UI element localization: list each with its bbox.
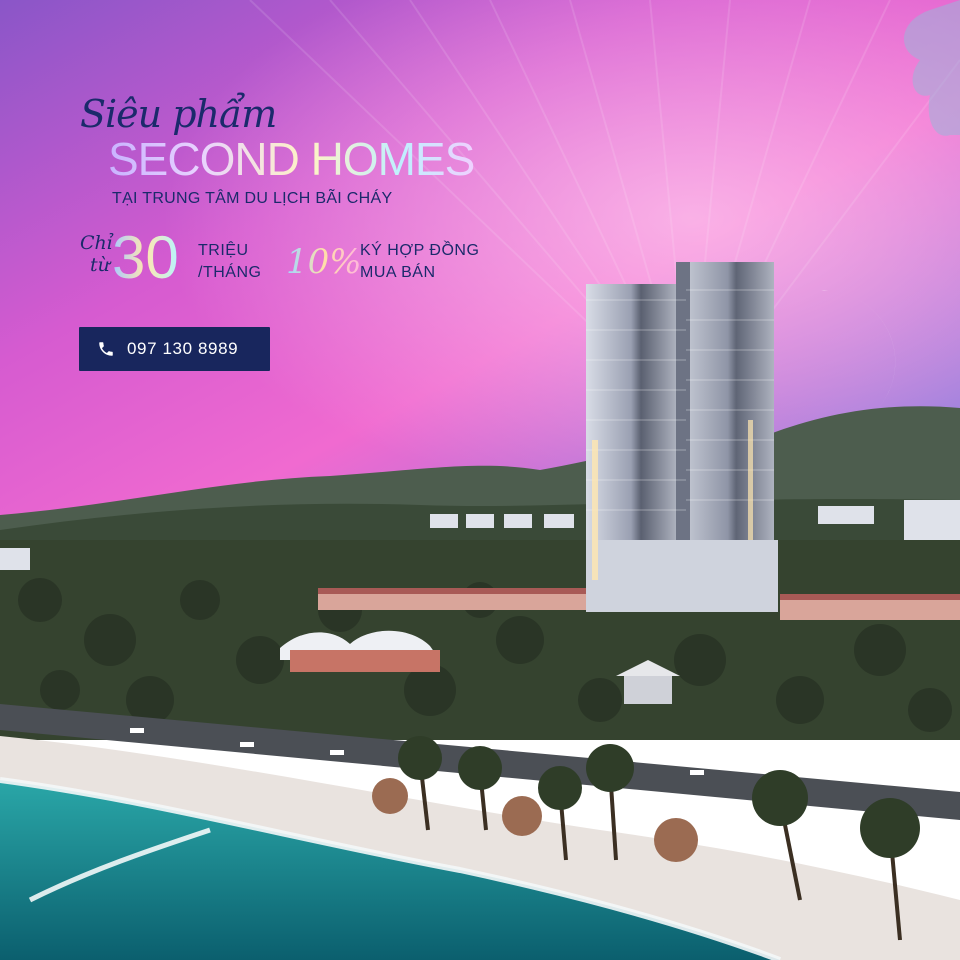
price-offer: Chỉ từ 30 TRIỆU /THÁNG 10% KÝ HỢP ĐỒNG M… bbox=[80, 226, 560, 296]
phone-icon bbox=[95, 338, 117, 360]
deposit-percent: 10% bbox=[286, 242, 362, 282]
headline-script: Siêu phẩm bbox=[80, 92, 277, 136]
price-amount: 30 bbox=[112, 224, 179, 291]
headline-title: SECOND HOMES bbox=[108, 133, 475, 185]
from-label: Chỉ từ bbox=[80, 232, 113, 276]
deposit-label: KÝ HỢP ĐỒNG MUA BÁN bbox=[360, 242, 480, 281]
phone-button[interactable]: 097 130 8989 bbox=[79, 327, 270, 371]
phone-number: 097 130 8989 bbox=[127, 339, 239, 358]
tower bbox=[586, 262, 778, 612]
headline-subtitle: TẠI TRUNG TÂM DU LỊCH BÃI CHÁY bbox=[112, 190, 393, 207]
price-unit: TRIỆU /THÁNG bbox=[198, 242, 262, 281]
